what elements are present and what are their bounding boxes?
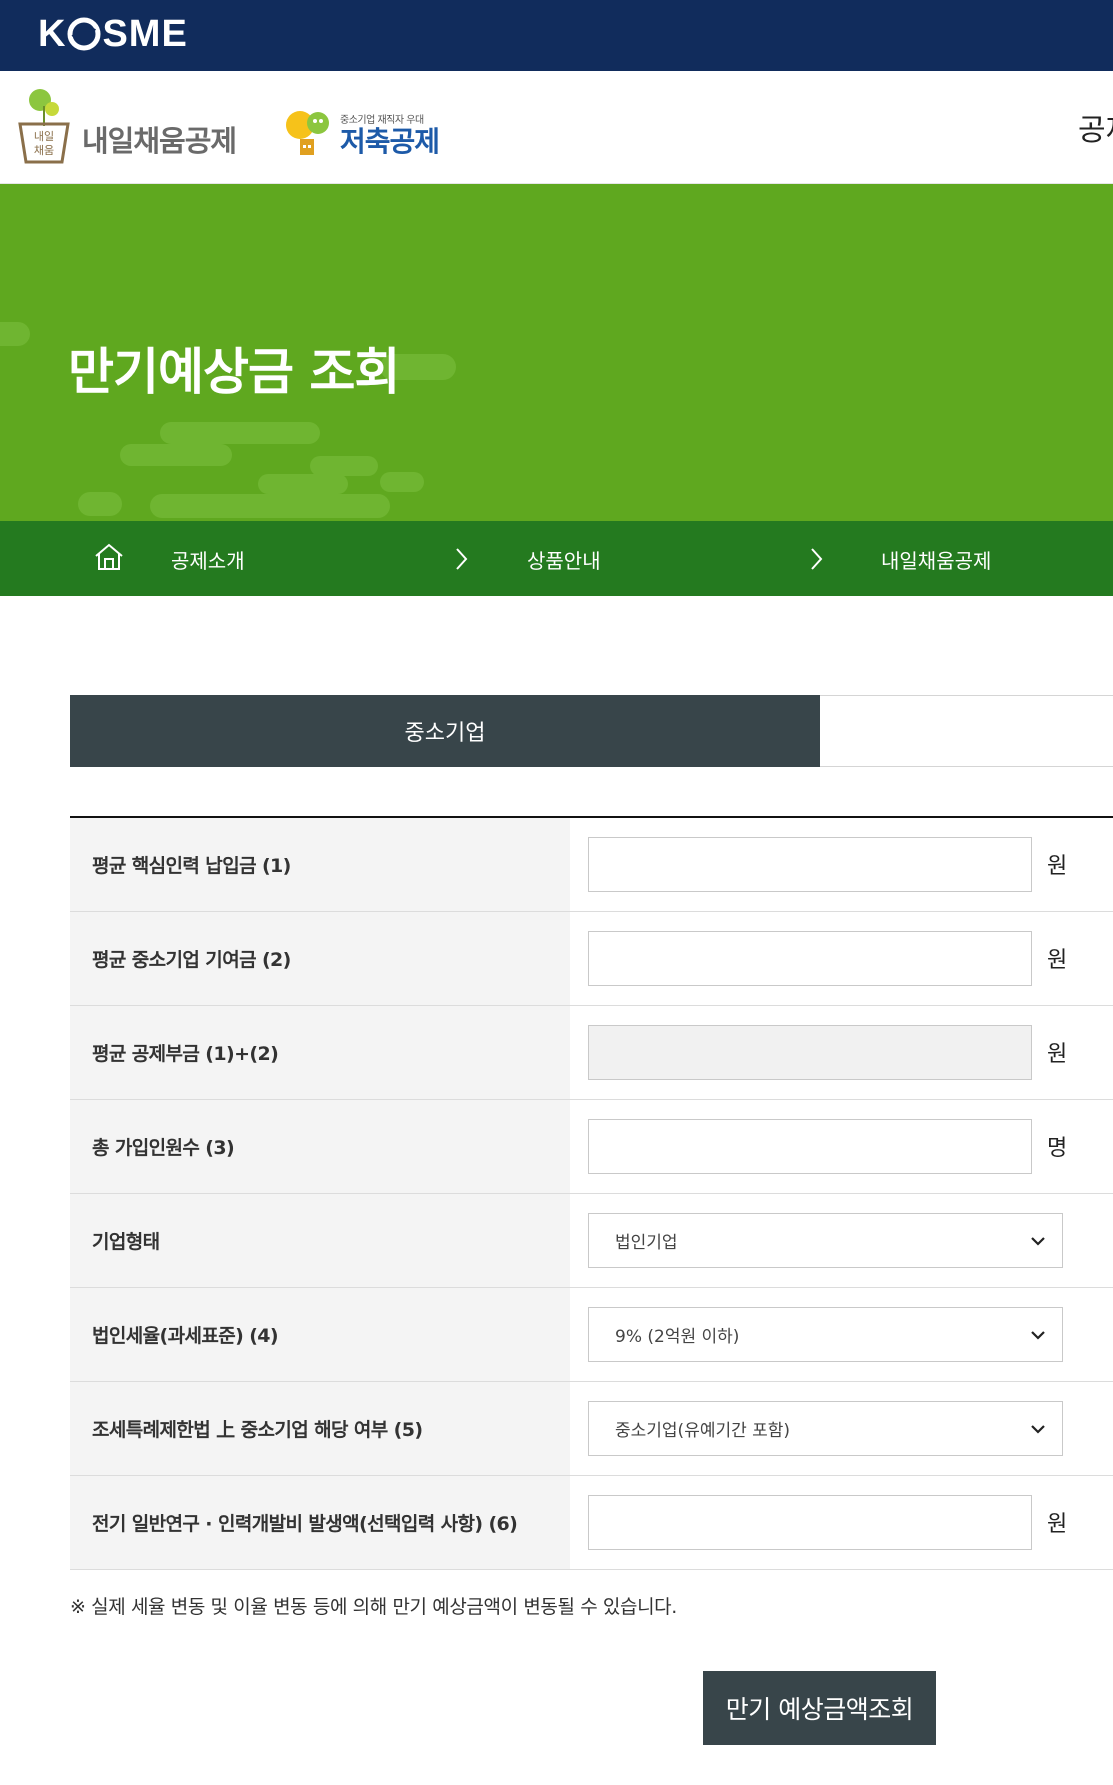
chevron-down-icon	[1031, 1237, 1045, 1246]
breadcrumb-item-intro[interactable]: 공제소개	[171, 545, 245, 574]
cloud-decoration	[150, 494, 390, 518]
chevron-right-icon	[811, 548, 823, 570]
unit-label: 명	[1047, 1136, 1068, 1161]
svg-text:채움: 채움	[34, 144, 54, 157]
chevron-down-icon	[1031, 1331, 1045, 1340]
row-label: 평균 공제부금 (1)+(2)	[70, 1006, 570, 1099]
brand-naeil-text: 내일채움공제	[82, 124, 237, 158]
svg-text:내일: 내일	[34, 129, 54, 143]
brand-savings-logo[interactable]: 중소기업 재직자 우대 저축공제	[280, 105, 440, 163]
home-icon[interactable]	[93, 541, 125, 573]
corporate-tax-rate-select[interactable]: 9% (2억원 이하)	[588, 1307, 1063, 1362]
brand-savings-subtitle: 중소기업 재직자 우대	[340, 114, 424, 126]
row-label: 기업형태	[70, 1194, 570, 1287]
sme-eligibility-select[interactable]: 중소기업(유예기간 포함)	[588, 1401, 1063, 1456]
sme-contribution-input[interactable]	[588, 931, 1032, 986]
row-label: 법인세율(과세표준) (4)	[70, 1288, 570, 1381]
unit-label: 원	[1047, 1512, 1068, 1537]
top-bar: K SME	[0, 0, 1113, 71]
form-row: 평균 공제부금 (1)+(2) 원	[70, 1006, 1113, 1100]
chevron-right-icon	[456, 548, 468, 570]
cloud-decoration	[160, 422, 320, 444]
core-staff-payment-input[interactable]	[588, 837, 1032, 892]
breadcrumb-item-current[interactable]: 내일채움공제	[881, 545, 991, 574]
unit-label: 원	[1047, 1042, 1068, 1067]
lightbulb-icon	[286, 111, 329, 155]
estimate-form: 평균 핵심인력 납입금 (1) 원 평균 중소기업 기여금 (2) 원 평균 공…	[70, 816, 1113, 1570]
cloud-decoration	[258, 474, 348, 494]
row-label: 전기 일반연구 · 인력개발비 발생액(선택입력 사항) (6)	[70, 1476, 570, 1569]
cloud-decoration	[120, 444, 232, 466]
breadcrumb-item-products[interactable]: 상품안내	[527, 545, 601, 574]
form-row: 총 가입인원수 (3) 명	[70, 1100, 1113, 1194]
row-label: 총 가입인원수 (3)	[70, 1100, 570, 1193]
cloud-decoration	[380, 472, 424, 492]
row-label: 조세특례제한법 上 중소기업 해당 여부 (5)	[70, 1382, 570, 1475]
form-row: 기업형태 법인기업	[70, 1194, 1113, 1288]
member-count-input[interactable]	[588, 1119, 1032, 1174]
cloud-decoration	[310, 456, 378, 476]
brand-savings-title: 저축공제	[340, 124, 440, 158]
form-row: 법인세율(과세표준) (4) 9% (2억원 이하)	[70, 1288, 1113, 1382]
brand-naeil-logo[interactable]: 내일 채움 내일채움공제	[18, 88, 237, 164]
unit-label: 원	[1047, 854, 1068, 879]
form-row: 평균 핵심인력 납입금 (1) 원	[70, 818, 1113, 912]
form-row: 전기 일반연구 · 인력개발비 발생액(선택입력 사항) (6) 원	[70, 1476, 1113, 1570]
breadcrumb: 공제소개 상품안내 내일채움공제	[0, 521, 1113, 596]
estimate-submit-button[interactable]: 만기 예상금액조회	[703, 1671, 936, 1745]
page-title: 만기예상금 조회	[68, 343, 400, 401]
total-installment-field	[588, 1025, 1032, 1080]
form-row: 조세특례제한법 上 중소기업 해당 여부 (5) 중소기업(유예기간 포함)	[70, 1382, 1113, 1476]
form-row: 평균 중소기업 기여금 (2) 원	[70, 912, 1113, 1006]
kosme-swirl-icon	[67, 17, 101, 51]
select-value: 법인기업	[615, 1233, 678, 1253]
select-value: 9% (2억원 이하)	[615, 1327, 740, 1347]
hero-banner: 만기예상금 조회	[0, 184, 1113, 521]
row-label: 평균 핵심인력 납입금 (1)	[70, 818, 570, 911]
tab-sme[interactable]: 중소기업	[70, 695, 820, 767]
row-label: 평균 중소기업 기여금 (2)	[70, 912, 570, 1005]
header-menu-partial[interactable]: 공제	[1078, 105, 1113, 149]
tab-other[interactable]	[820, 695, 1113, 767]
kosme-logo[interactable]: K SME	[38, 13, 188, 55]
cloud-decoration	[0, 322, 30, 346]
chevron-down-icon	[1031, 1425, 1045, 1434]
sprout-pot-icon: 내일 채움	[18, 89, 70, 164]
disclaimer-note: ※ 실제 세율 변동 및 이율 변동 등에 의해 만기 예상금액이 변동될 수 …	[70, 1596, 677, 1618]
rnd-expense-input[interactable]	[588, 1495, 1032, 1550]
cloud-decoration	[78, 492, 122, 516]
select-value: 중소기업(유예기간 포함)	[615, 1421, 791, 1441]
company-type-select[interactable]: 법인기업	[588, 1213, 1063, 1268]
unit-label: 원	[1047, 948, 1068, 973]
brand-header: 내일 채움 내일채움공제 중소기업 재직자 우대 저축공제 공제	[0, 71, 1113, 184]
